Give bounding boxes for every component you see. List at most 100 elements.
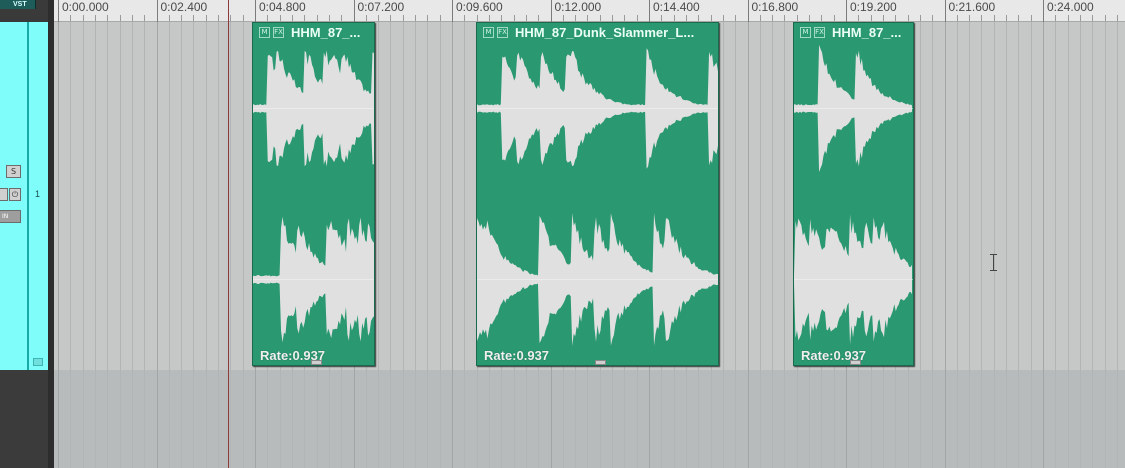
folder-icon[interactable] [33, 358, 43, 366]
ruler-minor-tick [858, 15, 860, 21]
grid-line [94, 22, 96, 468]
ruler-minor-tick [1067, 15, 1069, 21]
ruler-minor-tick [415, 15, 417, 21]
ruler-minor-tick [809, 15, 811, 21]
ruler-minor-tick [107, 15, 109, 21]
grid-line [919, 22, 921, 468]
ruler-minor-tick [1018, 15, 1020, 21]
grid-line [58, 22, 59, 468]
grid-line [82, 22, 84, 468]
ruler-minor-tick [772, 15, 774, 21]
ruler-time-label: 0:21.600 [948, 0, 996, 14]
mute-icon[interactable]: M [800, 27, 811, 38]
fx-button[interactable] [0, 188, 8, 201]
tcp-header: VST [0, 0, 48, 22]
ruler-time-label: 0:07.200 [357, 0, 405, 14]
ruler-minor-tick [70, 15, 72, 21]
grid-line [415, 22, 417, 468]
track-number: 1 [35, 189, 41, 199]
arrange-view[interactable]: 0:00.000 0:02.400 0:04.800 0:07.200 0:09.600… [48, 0, 1125, 468]
ruler-minor-tick [612, 15, 614, 21]
track-color-strip [27, 22, 29, 370]
ruler-minor-tick [513, 15, 515, 21]
media-item[interactable]: M FX HHM_87_Dunk_Slammer_L... Rate:0.937 [476, 22, 719, 366]
ruler-minor-tick [476, 15, 478, 21]
ruler-minor-tick [525, 15, 527, 21]
ruler-major-tick [944, 0, 946, 22]
grid-line [427, 22, 429, 468]
ruler-time-label: 0:02.400 [160, 0, 208, 14]
grid-line [1030, 22, 1032, 468]
power-icon: ⏻ [11, 190, 19, 199]
ruler-time-label: 0:14.400 [653, 0, 700, 14]
ruler-minor-tick [698, 15, 700, 21]
ruler-minor-tick [575, 15, 577, 21]
ruler-minor-tick [735, 15, 737, 21]
item-resize-handle[interactable] [595, 360, 606, 365]
empty-arrange-area[interactable] [54, 370, 1125, 468]
ruler-major-tick [747, 0, 749, 22]
ruler-minor-tick [181, 15, 183, 21]
grid-line [735, 22, 737, 468]
grid-line [390, 22, 392, 468]
ruler-minor-tick [218, 15, 220, 21]
ruler-minor-tick [636, 15, 638, 21]
ruler-minor-tick [882, 15, 884, 21]
ruler-major-tick [156, 0, 158, 22]
grid-line [193, 22, 195, 468]
ruler-minor-tick [710, 15, 712, 21]
media-item[interactable]: M FX HHM_87_... Rate:0.937 [252, 22, 375, 366]
solo-button[interactable]: S [6, 165, 21, 178]
ruler-time-label: 0:00.000 [62, 0, 109, 14]
fx-icon[interactable]: FX [497, 27, 508, 38]
ruler-time-label: 0:19.200 [850, 0, 897, 14]
fx-icon[interactable]: FX [814, 27, 825, 38]
mute-icon[interactable]: M [259, 27, 270, 38]
timeline-ruler[interactable]: 0:00.000 0:02.400 0:04.800 0:07.200 0:09.600… [54, 0, 1125, 22]
grid-line [1055, 22, 1057, 468]
track-tab-label: VST [13, 1, 27, 8]
ruler-minor-tick [464, 15, 466, 21]
ruler-minor-tick [895, 15, 897, 21]
ruler-minor-tick [267, 15, 269, 21]
grid-line [242, 22, 244, 468]
ruler-minor-tick [328, 15, 330, 21]
ruler-minor-tick [722, 15, 724, 21]
fx-icon[interactable]: FX [273, 27, 284, 38]
ruler-major-tick [353, 0, 355, 22]
grid-line [1079, 22, 1081, 468]
ruler-time-label: 0:16.800 [751, 0, 799, 14]
grid-line [378, 22, 380, 468]
ruler-minor-tick [673, 15, 675, 21]
item-resize-handle[interactable] [311, 360, 322, 365]
grid-line [1043, 22, 1044, 468]
ruler-time-label: 0:09.600 [456, 0, 503, 14]
ruler-minor-tick [599, 15, 601, 21]
ruler-minor-tick [365, 15, 367, 21]
item-resize-handle[interactable] [850, 360, 861, 365]
media-item[interactable]: M FX HHM_87_... Rate:0.937 [793, 22, 914, 366]
waveform [253, 50, 374, 343]
input-button[interactable]: IN [0, 210, 21, 223]
ruler-minor-tick [907, 15, 909, 21]
ruler-minor-tick [661, 15, 663, 21]
track-control-panel: VST S ⏻ IN 1 [0, 0, 48, 468]
ruler-minor-tick [833, 15, 835, 21]
ruler-minor-tick [501, 15, 503, 21]
ruler-minor-tick [341, 15, 343, 21]
item-title: HHM_87_... [291, 25, 361, 40]
ruler-minor-tick [1030, 15, 1032, 21]
grid-line [747, 22, 749, 468]
ruler-minor-tick [230, 15, 232, 21]
grid-line [119, 22, 121, 468]
grid-line [464, 22, 466, 468]
grid-line [181, 22, 183, 468]
ruler-minor-tick [316, 15, 318, 21]
grid-line [131, 22, 133, 468]
ruler-minor-tick [562, 15, 564, 21]
fx-bypass-button[interactable]: ⏻ [9, 188, 21, 201]
grid-line [144, 22, 146, 468]
ruler-minor-tick [1055, 15, 1057, 21]
mute-icon[interactable]: M [483, 27, 494, 38]
track-tab[interactable]: VST [0, 0, 36, 9]
